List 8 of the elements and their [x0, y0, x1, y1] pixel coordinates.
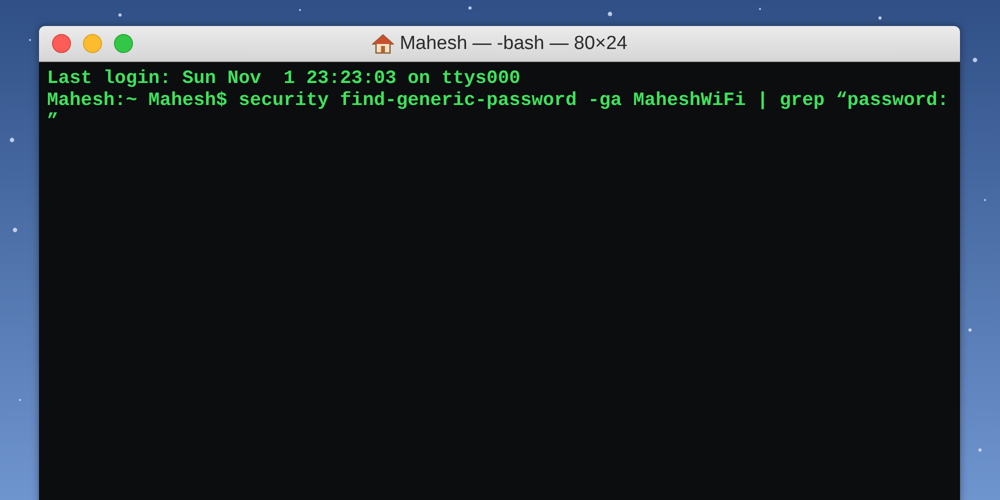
window-title: Mahesh — -bash — 80×24: [400, 32, 628, 54]
minimize-button[interactable]: [83, 34, 102, 53]
terminal-line: Mahesh:~ Mahesh$ security find-generic-password -ga MaheshWiFi | grep “password:: [47, 90, 949, 111]
zoom-button[interactable]: [114, 34, 133, 53]
terminal-line: Last login: Sun Nov 1 23:23:03 on ttys000: [47, 68, 520, 90]
terminal-line: ”: [47, 111, 58, 132]
close-button[interactable]: [52, 34, 71, 53]
house-icon: [372, 32, 394, 54]
